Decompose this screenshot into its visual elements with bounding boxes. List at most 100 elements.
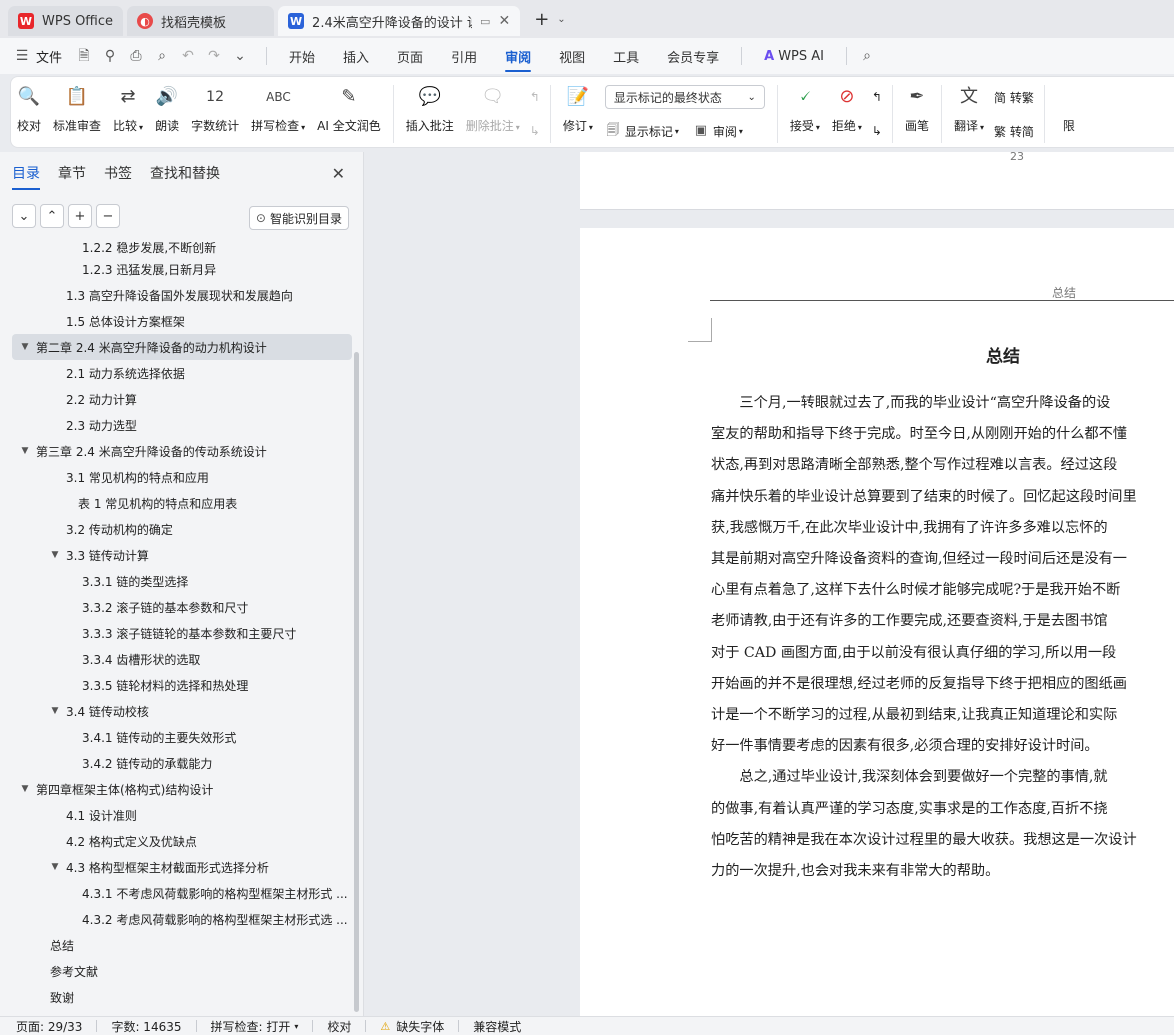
new-tab-icon[interactable]: +: [534, 9, 549, 30]
toc-item[interactable]: 致谢: [12, 984, 352, 1010]
expand-triangle-icon[interactable]: ▼: [48, 862, 62, 872]
expand-triangle-icon[interactable]: ▼: [18, 446, 32, 456]
print-preview-icon[interactable]: ⌕: [154, 48, 170, 64]
add-icon[interactable]: +: [68, 204, 92, 228]
proofread-indicator[interactable]: 校对: [327, 1018, 351, 1035]
chevron-down-icon[interactable]: ⌄: [557, 14, 565, 25]
toc-item[interactable]: 3.3.3 滚子链链轮的基本参数和主要尺寸: [12, 620, 352, 646]
toc-item[interactable]: ▼ 第三章 2.4 米高空升降设备的传动系统设计: [12, 438, 352, 464]
print-icon[interactable]: ⎙: [128, 48, 144, 64]
spell-check-indicator[interactable]: 拼写检查: 打开 ▾: [211, 1018, 299, 1035]
toc-item[interactable]: 3.3.4 齿槽形状的选取: [12, 646, 352, 672]
tab-tools[interactable]: 工具: [613, 38, 639, 74]
standard-review-button[interactable]: 📋 标准审查: [47, 85, 107, 134]
next-comment-icon[interactable]: ↳: [530, 119, 540, 143]
toc-scrollbar[interactable]: [354, 352, 359, 1012]
ai-polish-button[interactable]: ✎ AI 全文润色: [311, 85, 387, 134]
restrict-button[interactable]: 限: [1051, 85, 1087, 134]
toc-item[interactable]: 3.3.1 链的类型选择: [12, 568, 352, 594]
compare-button[interactable]: ⇄ 比较 ▾: [107, 85, 149, 134]
close-tab-icon[interactable]: ✕: [498, 13, 510, 29]
remove-icon[interactable]: −: [96, 204, 120, 228]
to-simplified-button[interactable]: 繁 转简: [994, 119, 1034, 143]
proofread-button[interactable]: 🔍 校对: [11, 85, 47, 134]
tab-review[interactable]: 审阅: [505, 38, 532, 74]
missing-font-indicator[interactable]: ⚠ 缺失字体: [380, 1018, 444, 1035]
tab-view[interactable]: 视图: [559, 38, 585, 74]
toc-item[interactable]: 4.1 设计准则: [12, 802, 352, 828]
toc-item[interactable]: 总结: [12, 932, 352, 958]
more-chevron-icon[interactable]: ⌄: [232, 48, 248, 64]
reject-button[interactable]: ⊘ 拒绝 ▾: [826, 85, 868, 134]
toc-item[interactable]: ▼ 3.4 链传动校核: [12, 698, 352, 724]
tab-document[interactable]: W 2.4米高空升降设备的设计 说明 ▭ ✕: [278, 6, 521, 36]
toc-item[interactable]: 1.2.2 稳步发展,不断创新: [12, 242, 352, 256]
toc-item[interactable]: 参考文献: [12, 958, 352, 984]
toc-item[interactable]: 1.5 总体设计方案框架: [12, 308, 352, 334]
expand-triangle-icon[interactable]: ▼: [18, 784, 32, 794]
previous-change-icon[interactable]: ↰: [872, 85, 882, 109]
toc-item[interactable]: ▼ 第二章 2.4 米高空升降设备的动力机构设计: [12, 334, 352, 360]
spell-check-button[interactable]: ABC 拼写检查 ▾: [245, 85, 311, 134]
export-icon[interactable]: ⚲: [102, 48, 118, 64]
track-changes-button[interactable]: 📝 修订 ▾: [557, 85, 599, 134]
toc-item[interactable]: 3.2 传动机构的确定: [12, 516, 352, 542]
translate-button[interactable]: 文 翻译 ▾: [948, 85, 990, 134]
smart-toc-button[interactable]: ⊙ 智能识别目录: [248, 206, 349, 230]
page-indicator[interactable]: 页面: 29/33: [16, 1018, 82, 1035]
save-icon[interactable]: 🗎: [76, 48, 92, 64]
toc-item[interactable]: 3.4.2 链传动的承载能力: [12, 750, 352, 776]
word-count-button[interactable]: 12 字数统计: [185, 85, 245, 134]
toc-item[interactable]: 3.4.1 链传动的主要失效形式: [12, 724, 352, 750]
nav-tab-sections[interactable]: 章节: [58, 152, 86, 194]
to-traditional-button[interactable]: 简 转繁: [994, 85, 1034, 109]
tab-membership[interactable]: 会员专享: [667, 38, 719, 74]
word-count-indicator[interactable]: 字数: 14635: [111, 1018, 181, 1035]
tab-wps-office[interactable]: W WPS Office: [8, 6, 124, 36]
expand-triangle-icon[interactable]: ▼: [18, 342, 32, 352]
file-menu[interactable]: ☰ 文件: [14, 47, 62, 66]
tab-wps-ai[interactable]: A WPS AI: [764, 38, 824, 74]
previous-comment-icon[interactable]: ↰: [530, 85, 540, 109]
tab-template[interactable]: ◐ 找稻壳模板: [127, 6, 275, 36]
tab-references[interactable]: 引用: [451, 38, 477, 74]
toc-item[interactable]: 3.1 常见机构的特点和应用: [12, 464, 352, 490]
toc-item[interactable]: 2.1 动力系统选择依据: [12, 360, 352, 386]
markup-state-select[interactable]: 显示标记的最终状态 ⌄: [604, 85, 765, 109]
toc-item[interactable]: 4.3.1 不考虑风荷载影响的格构型框架主材形式 ...: [12, 880, 352, 906]
expand-triangle-icon[interactable]: ▼: [48, 706, 62, 716]
expand-icon[interactable]: ⌄: [12, 204, 36, 228]
redo-icon[interactable]: ↷: [206, 48, 222, 64]
toc-item[interactable]: 4.2 格构式定义及优缺点: [12, 828, 352, 854]
toc-item[interactable]: ▼ 4.3 格构型框架主材截面形式选择分析: [12, 854, 352, 880]
pen-button[interactable]: ✒ 画笔: [899, 85, 935, 134]
read-aloud-button[interactable]: 🔊 朗读: [149, 85, 185, 134]
expand-triangle-icon[interactable]: ▼: [48, 550, 62, 560]
delete-comment-button[interactable]: 🗨 删除批注 ▾: [460, 85, 526, 134]
show-markup-button[interactable]: 🗐 显示标记 ▾: [605, 119, 679, 143]
next-change-icon[interactable]: ↳: [872, 119, 882, 143]
toc-item[interactable]: 3.3.2 滚子链的基本参数和尺寸: [12, 594, 352, 620]
toc-item[interactable]: 3.3.5 链轮材料的选择和热处理: [12, 672, 352, 698]
toc-item[interactable]: 1.3 高空升降设备国外发展现状和发展趋向: [12, 282, 352, 308]
toc-item[interactable]: 2.3 动力选型: [12, 412, 352, 438]
window-icon[interactable]: ▭: [480, 15, 490, 28]
close-icon[interactable]: ✕: [332, 164, 345, 183]
search-icon[interactable]: ⌕: [859, 48, 875, 64]
tab-insert[interactable]: 插入: [343, 38, 369, 74]
toc-item[interactable]: 2.2 动力计算: [12, 386, 352, 412]
nav-tab-find-replace[interactable]: 查找和替换: [150, 152, 220, 194]
toc-item[interactable]: ▼ 3.3 链传动计算: [12, 542, 352, 568]
tab-page[interactable]: 页面: [397, 38, 423, 74]
tab-home[interactable]: 开始: [289, 38, 315, 74]
nav-tab-bookmarks[interactable]: 书签: [104, 152, 132, 194]
toc-item[interactable]: 4.3.2 考虑风荷载影响的格构型框架主材形式选 ...: [12, 906, 352, 932]
document-page[interactable]: 总结 总结 三个月,一转眼就过去了,而我的毕业设计“高空升降设备的设 室友的帮助和…: [580, 228, 1174, 1016]
collapse-icon[interactable]: ⌃: [40, 204, 64, 228]
review-pane-button[interactable]: ▣ 审阅 ▾: [693, 119, 743, 143]
toc-item[interactable]: ▼ 第四章框架主体(格构式)结构设计: [12, 776, 352, 802]
toc-item[interactable]: 表 1 常见机构的特点和应用表: [12, 490, 352, 516]
insert-comment-button[interactable]: 💬 插入批注: [400, 85, 460, 134]
nav-tab-toc[interactable]: 目录: [12, 152, 40, 194]
undo-icon[interactable]: ↶: [180, 48, 196, 64]
